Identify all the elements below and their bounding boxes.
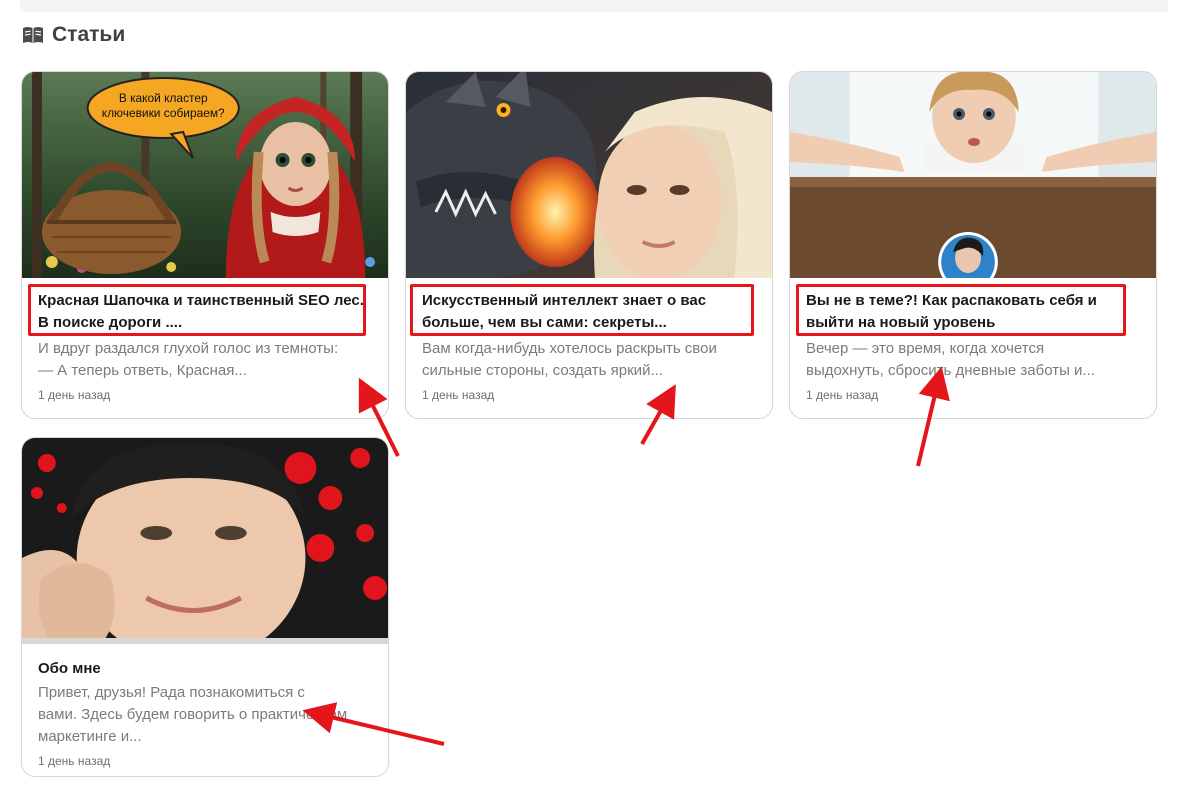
article-cover-image[interactable] [406,72,772,278]
article-card[interactable]: Искусственный интеллект знает о вас боль… [405,71,773,419]
article-card[interactable]: В какой кластер ключевики собираем? Крас… [21,71,389,419]
article-cover-image[interactable]: В какой кластер ключевики собираем? [22,72,388,278]
article-card[interactable]: Вы не в теме?! Как распаковать себя и вы… [789,71,1157,419]
section-header: Статьи [22,22,125,48]
section-title: Статьи [52,23,126,46]
article-date: 1 день назад [38,754,111,768]
book-icon [23,27,43,43]
article-title[interactable]: Вы не в теме?! Как распаковать себя и вы… [806,290,1134,334]
article-title[interactable]: Искусственный интеллект знает о вас боль… [422,290,750,334]
speech-bubble-line-2: ключевики собираем? [102,106,225,120]
article-cover-image[interactable] [22,438,388,644]
article-title[interactable]: Обо мне [38,658,366,680]
article-title[interactable]: Красная Шапочка и таинственный SEO лес. … [38,290,366,334]
speech-bubble-line-1: В какой кластер [119,91,208,105]
article-date: 1 день назад [422,388,495,402]
article-date: 1 день назад [806,388,879,402]
article-date: 1 день назад [38,388,111,402]
top-strip [20,0,1168,12]
article-excerpt: Привет, друзья! Рада познакомиться с вам… [38,684,348,745]
article-cover-image[interactable] [790,72,1156,278]
article-excerpt: И вдруг раздался глухой голос из темноты… [38,340,339,379]
article-excerpt: Вам когда-нибудь хотелось раскрыть свои … [422,340,717,379]
article-card[interactable]: Обо мне Привет, друзья! Рада познакомить… [21,437,389,777]
article-excerpt: Вечер — это время, когда хочется выдохну… [806,340,1095,379]
